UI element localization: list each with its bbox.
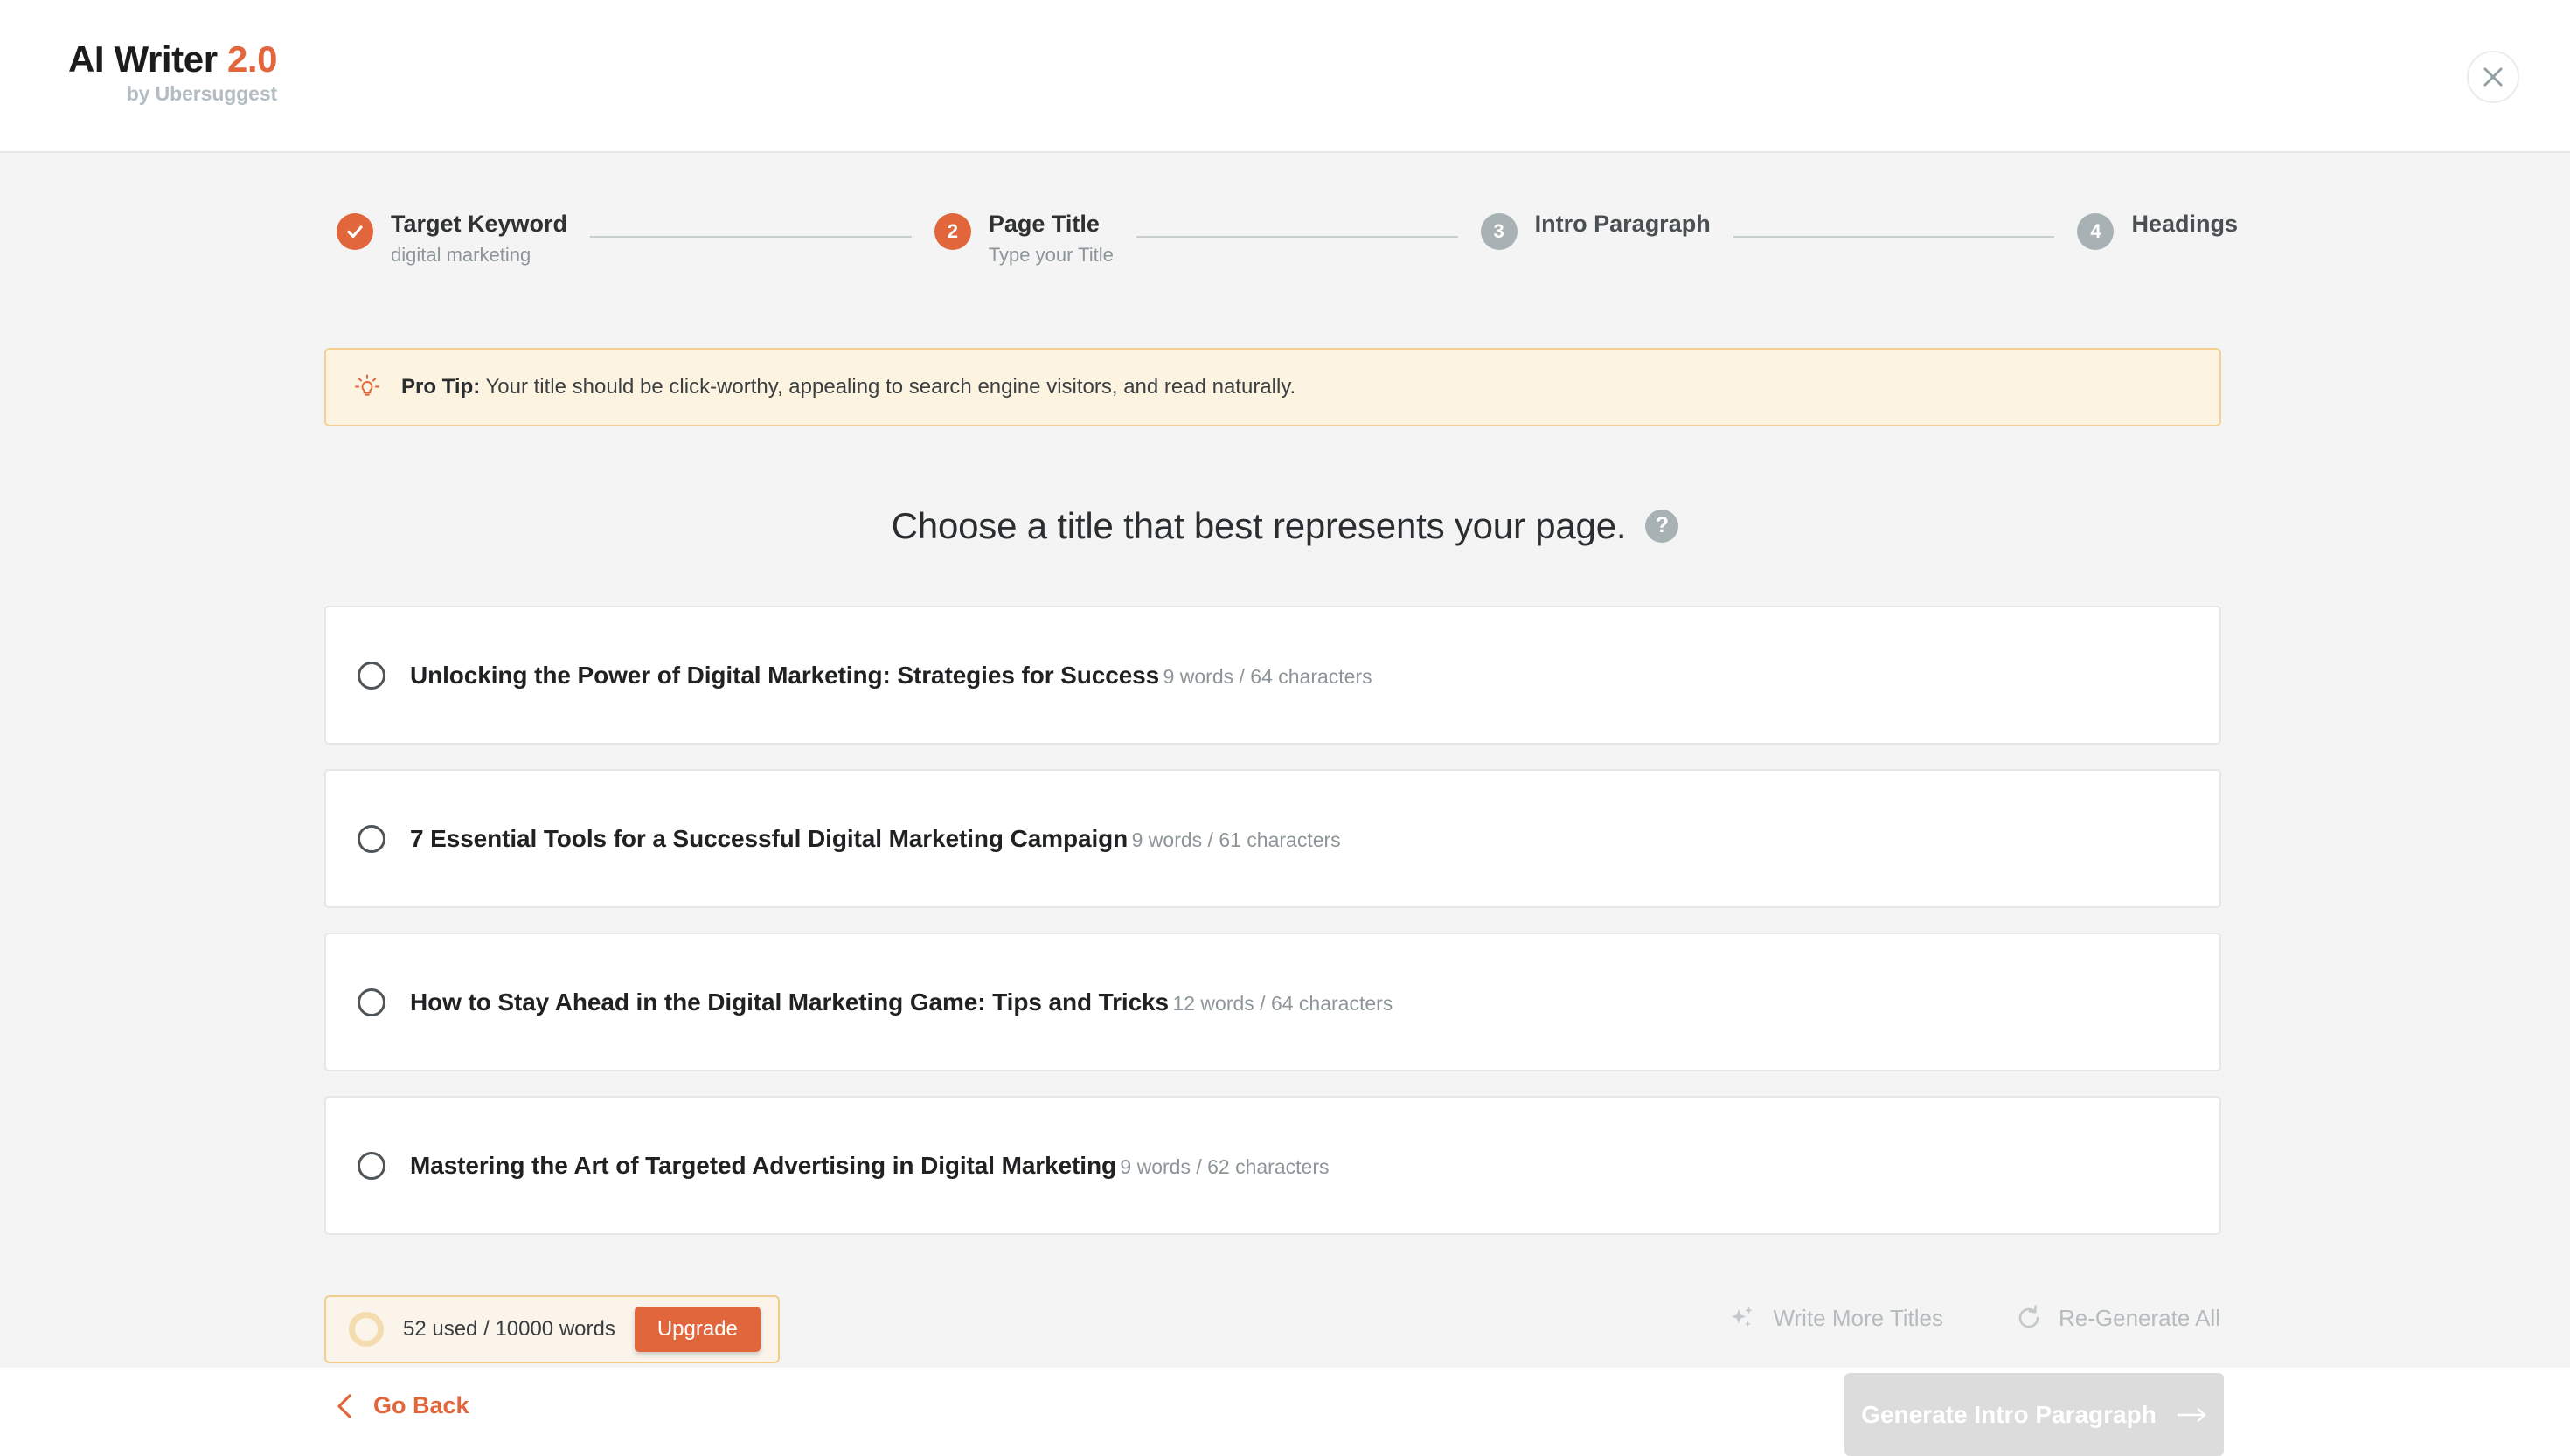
step-1-text: Target Keyword digital marketing (391, 210, 567, 267)
step-intro-paragraph: 3 Intro Paragraph (1481, 210, 1711, 250)
title-option-title: 7 Essential Tools for a Successful Digit… (410, 825, 1128, 852)
step-3-text: Intro Paragraph (1535, 210, 1711, 239)
title-option-card[interactable]: 7 Essential Tools for a Successful Digit… (324, 769, 2221, 908)
title-option-title: Mastering the Art of Targeted Advertisin… (410, 1152, 1116, 1179)
step-4-marker: 4 (2077, 213, 2114, 250)
title-option-text: How to Stay Ahead in the Digital Marketi… (410, 987, 1393, 1017)
usage-text: 52 used / 10000 words (403, 1317, 615, 1342)
page-title: Choose a title that best represents your… (892, 505, 1627, 547)
progress-stepper: Target Keyword digital marketing 2 Page … (337, 210, 2238, 280)
radio-button[interactable] (358, 988, 386, 1016)
write-more-titles-button[interactable]: Write More Titles (1729, 1304, 1943, 1332)
generate-intro-paragraph-button[interactable]: Generate Intro Paragraph (1844, 1373, 2224, 1456)
title-option-title: Unlocking the Power of Digital Marketing… (410, 662, 1159, 689)
close-button[interactable] (2467, 51, 2519, 103)
brand-logo: AI Writer 2.0 by Ubersuggest (68, 40, 277, 106)
title-option-card[interactable]: Mastering the Art of Targeted Advertisin… (324, 1096, 2221, 1235)
app-header: AI Writer 2.0 by Ubersuggest (0, 0, 2570, 153)
page-heading-row: Choose a title that best represents your… (0, 505, 2570, 547)
title-option-card[interactable]: Unlocking the Power of Digital Marketing… (324, 606, 2221, 745)
pro-tip-text: Pro Tip: Your title should be click-wort… (401, 373, 1295, 400)
lightbulb-icon (352, 372, 382, 402)
pro-tip-body: Your title should be click-worthy, appea… (485, 375, 1295, 399)
step-4-text: Headings (2131, 210, 2238, 239)
brand-tagline: by Ubersuggest (68, 82, 277, 106)
step-connector-1 (590, 236, 912, 238)
title-option-meta: 12 words / 64 characters (1172, 992, 1393, 1015)
step-1-title: Target Keyword (391, 210, 567, 239)
step-2-text: Page Title Type your Title (989, 210, 1114, 267)
refresh-icon (2015, 1304, 2043, 1332)
title-option-text: Unlocking the Power of Digital Marketing… (410, 660, 1372, 690)
close-icon (2482, 66, 2504, 88)
go-back-label: Go Back (373, 1392, 469, 1419)
pro-tip-banner: Pro Tip: Your title should be click-wort… (324, 348, 2221, 426)
title-option-card[interactable]: How to Stay Ahead in the Digital Marketi… (324, 933, 2221, 1071)
title-option-meta: 9 words / 62 characters (1120, 1155, 1329, 1178)
chevron-left-icon (335, 1393, 354, 1419)
step-1-marker (337, 213, 373, 250)
title-option-text: 7 Essential Tools for a Successful Digit… (410, 823, 1341, 854)
title-options-list: Unlocking the Power of Digital Marketing… (324, 606, 2221, 1259)
title-option-text: Mastering the Art of Targeted Advertisin… (410, 1150, 1329, 1181)
step-headings: 4 Headings (2077, 210, 2238, 250)
step-connector-3 (1733, 236, 2055, 238)
ai-writer-modal: AI Writer 2.0 by Ubersuggest Target Keyw… (0, 0, 2570, 1456)
step-page-title[interactable]: 2 Page Title Type your Title (934, 210, 1114, 267)
radio-button[interactable] (358, 1152, 386, 1180)
regenerate-all-button[interactable]: Re-Generate All (2015, 1304, 2220, 1332)
go-back-button[interactable]: Go Back (335, 1392, 469, 1419)
radio-button[interactable] (358, 825, 386, 853)
brand-name: AI Writer (68, 38, 218, 80)
footer-bar: Go Back Generate Intro Paragraph (0, 1368, 2570, 1456)
brand-version: 2.0 (227, 38, 277, 80)
step-3-title: Intro Paragraph (1535, 210, 1711, 239)
pro-tip-label: Pro Tip: (401, 375, 480, 399)
title-actions: Write More Titles Re-Generate All (1729, 1304, 2220, 1332)
step-2-marker: 2 (934, 213, 971, 250)
title-option-meta: 9 words / 61 characters (1132, 829, 1341, 851)
step-connector-2 (1136, 236, 1458, 238)
arrow-right-icon (2178, 1407, 2207, 1423)
regenerate-all-label: Re-Generate All (2059, 1305, 2220, 1332)
title-option-meta: 9 words / 64 characters (1163, 665, 1372, 688)
help-icon[interactable]: ? (1645, 510, 1678, 543)
usage-quota-pill: 52 used / 10000 words Upgrade (324, 1295, 780, 1363)
generate-intro-paragraph-label: Generate Intro Paragraph (1861, 1401, 2157, 1429)
step-4-title: Headings (2131, 210, 2238, 239)
step-1-subtitle: digital marketing (391, 244, 567, 267)
step-target-keyword[interactable]: Target Keyword digital marketing (337, 210, 567, 267)
upgrade-button[interactable]: Upgrade (635, 1307, 761, 1352)
step-3-marker: 3 (1481, 213, 1518, 250)
title-option-title: How to Stay Ahead in the Digital Marketi… (410, 988, 1169, 1016)
usage-progress-ring (349, 1312, 384, 1347)
radio-button[interactable] (358, 662, 386, 690)
sparkle-icon (1729, 1304, 1757, 1332)
step-2-subtitle: Type your Title (989, 244, 1114, 267)
step-2-title: Page Title (989, 210, 1114, 239)
brand-title: AI Writer 2.0 (68, 40, 277, 79)
write-more-titles-label: Write More Titles (1773, 1305, 1943, 1332)
